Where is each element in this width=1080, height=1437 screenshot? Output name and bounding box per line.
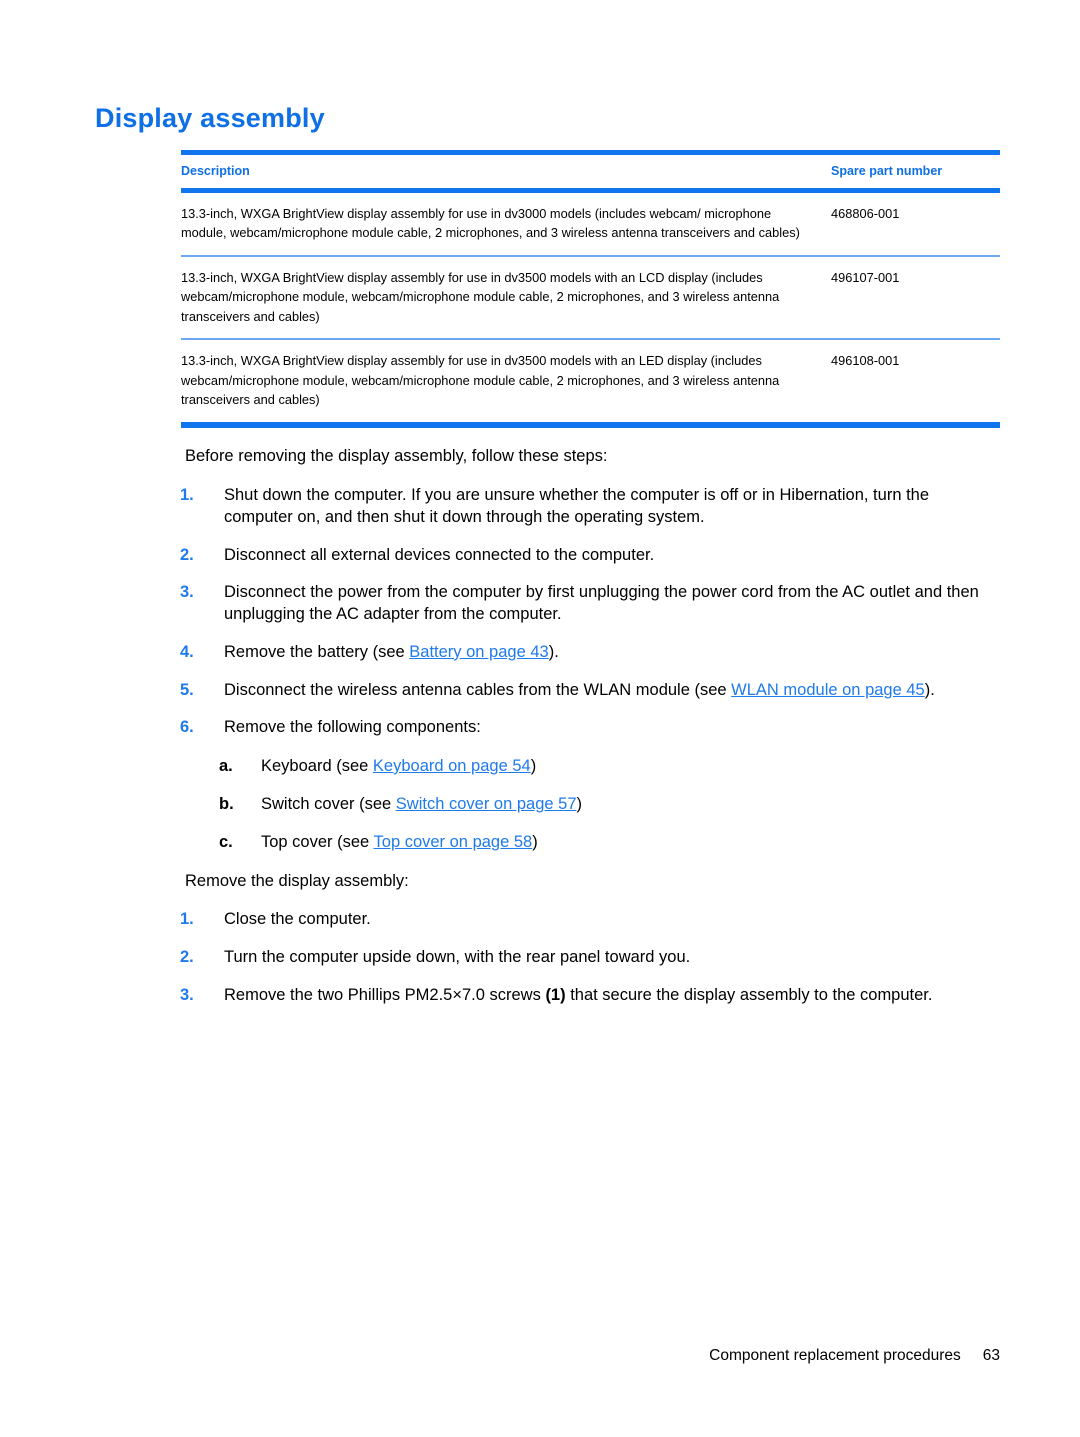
spare-parts-table: Description Spare part number 13.3-inch,… [181, 150, 1000, 428]
document-page: Display assembly Description Spare part … [0, 0, 1080, 1437]
cross-reference-link-keyboard[interactable]: Keyboard on page 54 [373, 757, 531, 775]
text-suffix: ). [548, 642, 559, 661]
text-suffix: ) [532, 832, 538, 851]
text-prefix: Keyboard (see [261, 757, 373, 775]
list-marker: 1. [180, 910, 194, 928]
list-marker: 6. [180, 718, 194, 737]
text-suffix: ) [530, 757, 537, 775]
page-title: Display assembly [95, 103, 325, 133]
before-section-steps: 1. Shut down the computer. If you are un… [0, 485, 1080, 755]
callout-reference: (1) [545, 985, 566, 1004]
table-row: 13.3-inch, WXGA BrightView display assem… [181, 257, 1000, 338]
before-section-intro: Before removing the display assembly, fo… [185, 447, 608, 465]
list-item-text: Remove the two Phillips PM2.5×7.0 screws… [224, 985, 999, 1007]
list-marker: 2. [180, 947, 194, 966]
list-item-text: Keyboard (see Keyboard on page 54) [261, 756, 1001, 778]
column-header-spare-part-number: Spare part number [831, 164, 943, 178]
remove-section-steps: 1. Close the computer. 2. Turn the compu… [0, 909, 1080, 1022]
table-row: 13.3-inch, WXGA BrightView display assem… [181, 340, 1000, 421]
text-prefix: Switch cover (see [261, 794, 396, 813]
footer-page-number: 63 [982, 1347, 1000, 1364]
list-item: c. Top cover (see Top cover on page 58) [0, 832, 1080, 854]
list-item: 5. Disconnect the wireless antenna cable… [0, 680, 1080, 702]
text-prefix: Disconnect the wireless antenna cables f… [224, 680, 732, 699]
text-prefix: Remove the battery (see [224, 642, 410, 661]
cell-spare-part-number: 496108-001 [831, 353, 900, 369]
list-item-text: Shut down the computer. If you are unsur… [224, 486, 930, 526]
list-item: 2. Turn the computer upside down, with t… [0, 947, 1080, 969]
list-item: 1. Close the computer. [0, 909, 1080, 931]
page-footer: Component replacement procedures 63 [0, 1347, 1000, 1365]
cell-description: 13.3-inch, WXGA BrightView display assem… [181, 353, 780, 408]
text-suffix: ). [924, 680, 935, 699]
cross-reference-link-top-cover[interactable]: Top cover on page 58 [374, 833, 533, 851]
cross-reference-link-switch-cover[interactable]: Switch cover on page 57 [396, 795, 577, 813]
cell-description: 13.3-inch, WXGA BrightView display assem… [181, 206, 800, 241]
cell-spare-part-number: 496107-001 [831, 269, 900, 285]
list-marker: c. [219, 832, 233, 851]
footer-chapter-label: Component replacement procedures [709, 1347, 961, 1364]
list-marker: a. [219, 757, 233, 775]
text-suffix: ) [576, 794, 583, 813]
cell-spare-part-number: 468806-001 [831, 206, 900, 221]
list-item-text: Disconnect the power from the computer b… [224, 583, 979, 624]
text-suffix: that secure the display assembly to the … [565, 985, 933, 1004]
list-item: 2. Disconnect all external devices conne… [0, 545, 1080, 567]
text-prefix: Remove the two Phillips PM2.5×7.0 screws [224, 985, 546, 1004]
list-item: 1. Shut down the computer. If you are un… [0, 485, 1080, 529]
list-marker: 4. [180, 642, 194, 661]
list-item: a. Keyboard (see Keyboard on page 54) [0, 756, 1080, 778]
table-header-row: Description Spare part number [181, 155, 1000, 188]
list-item-text: Switch cover (see Switch cover on page 5… [261, 794, 1001, 816]
text-prefix: Top cover (see [261, 832, 374, 851]
list-marker: b. [219, 794, 234, 813]
list-marker: 1. [180, 486, 194, 504]
list-item-text: Remove the battery (see Battery on page … [224, 642, 999, 664]
list-item: b. Switch cover (see Switch cover on pag… [0, 794, 1080, 816]
list-item-text: Remove the following components: [224, 718, 481, 737]
list-item: 3. Disconnect the power from the compute… [0, 582, 1080, 626]
remove-section-intro: Remove the display assembly: [185, 872, 409, 890]
list-item-text: Disconnect the wireless antenna cables f… [224, 680, 999, 702]
list-item: 6. Remove the following components: [0, 717, 1080, 739]
list-marker: 3. [180, 583, 194, 602]
cross-reference-link-battery[interactable]: Battery on page 43 [409, 643, 548, 661]
list-item-text: Turn the computer upside down, with the … [224, 947, 691, 966]
list-marker: 2. [180, 545, 194, 564]
list-item-text: Close the computer. [224, 910, 371, 928]
list-item: 3. Remove the two Phillips PM2.5×7.0 scr… [0, 985, 1080, 1007]
column-header-description: Description [181, 164, 250, 178]
before-section-substeps: a. Keyboard (see Keyboard on page 54) b.… [0, 756, 1080, 869]
cross-reference-link-wlan-module[interactable]: WLAN module on page 45 [731, 681, 925, 699]
table-bottom-rule [181, 421, 1000, 428]
list-item-text: Top cover (see Top cover on page 58) [261, 832, 1001, 854]
list-item: 4. Remove the battery (see Battery on pa… [0, 642, 1080, 664]
list-marker: 5. [180, 680, 194, 699]
list-marker: 3. [180, 985, 194, 1004]
cell-description: 13.3-inch, WXGA BrightView display assem… [181, 269, 780, 324]
table-row: 13.3-inch, WXGA BrightView display assem… [181, 193, 1000, 255]
list-item-text: Disconnect all external devices connecte… [224, 545, 655, 564]
